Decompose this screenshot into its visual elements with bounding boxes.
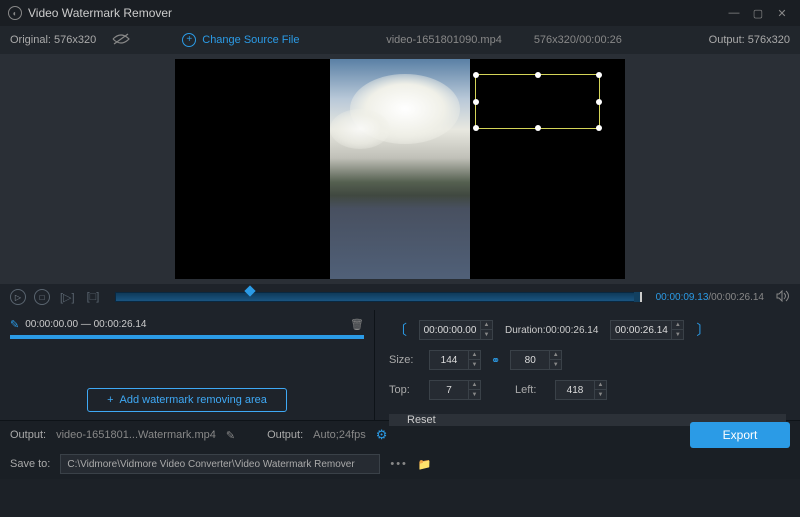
plus-icon: + (107, 394, 113, 406)
left-input[interactable] (556, 385, 594, 396)
duration-label: Duration:00:00:26.14 (501, 325, 602, 336)
edit-panels: ✎ 00:00:00.00 — 00:00:26.14 🗑 + Add wate… (0, 310, 800, 420)
width-input[interactable] (430, 355, 468, 366)
top-input[interactable] (430, 385, 468, 396)
down-arrow-icon[interactable]: ▼ (481, 330, 492, 339)
open-folder-icon[interactable]: 📁 (418, 458, 432, 471)
source-resolution-duration: 576x320/00:00:26 (534, 34, 622, 46)
down-arrow-icon[interactable]: ▼ (550, 360, 561, 369)
mark-out-button[interactable]: [□] (85, 291, 102, 303)
titlebar: ◐ Video Watermark Remover — ▢ ✕ (0, 0, 800, 26)
timeline-end-cap (634, 292, 642, 302)
minimize-button[interactable]: — (724, 3, 744, 23)
up-arrow-icon[interactable]: ▲ (469, 351, 480, 360)
left-label: Left: (515, 384, 547, 396)
browse-button[interactable]: ••• (390, 458, 408, 470)
change-source-button[interactable]: + Change Source File (182, 33, 299, 47)
properties-pane: 〔 ▲▼ Duration:00:00:26.14 ▲▼ 〕 Size: ▲▼ … (375, 310, 800, 420)
output-filename: video-1651801...Watermark.mp4 (56, 429, 216, 441)
app-title: Video Watermark Remover (28, 6, 720, 20)
time-display: 00:00:09.13/00:00:26.14 (656, 292, 764, 303)
segments-pane: ✎ 00:00:00.00 — 00:00:26.14 🗑 + Add wate… (0, 310, 375, 420)
export-button[interactable]: Export (690, 422, 790, 448)
height-input[interactable] (511, 355, 549, 366)
play-button[interactable]: ▷ (10, 289, 26, 305)
delete-segment-icon[interactable]: 🗑 (350, 318, 364, 331)
selection-box[interactable] (475, 74, 600, 129)
toolbar: Original: 576x320 + Change Source File v… (0, 26, 800, 54)
edit-filename-icon[interactable]: ✎ (226, 429, 235, 442)
footer: Output: video-1651801...Watermark.mp4 ✎ … (0, 420, 800, 479)
left-spinner[interactable]: ▲▼ (555, 380, 607, 400)
end-time-spinner[interactable]: ▲▼ (610, 320, 684, 340)
app-logo-icon: ◐ (8, 6, 22, 20)
down-arrow-icon[interactable]: ▼ (469, 360, 480, 369)
top-spinner[interactable]: ▲▼ (429, 380, 481, 400)
segment-range: 00:00:00.00 — 00:00:26.14 (25, 319, 344, 330)
up-arrow-icon[interactable]: ▲ (672, 321, 683, 330)
down-arrow-icon[interactable]: ▼ (469, 390, 480, 399)
original-size-label: Original: 576x320 (10, 34, 96, 46)
height-spinner[interactable]: ▲▼ (510, 350, 562, 370)
source-filename: video-1651801090.mp4 (386, 34, 502, 46)
save-path-input[interactable] (60, 454, 380, 474)
output-label: Output: (10, 429, 46, 441)
volume-icon[interactable] (776, 290, 790, 305)
end-time-input[interactable] (611, 325, 671, 336)
save-to-label: Save to: (10, 458, 50, 470)
close-button[interactable]: ✕ (772, 3, 792, 23)
size-row: Size: ▲▼ ⚭ ▲▼ (389, 350, 786, 370)
start-time-spinner[interactable]: ▲▼ (419, 320, 493, 340)
maximize-button[interactable]: ▢ (748, 3, 768, 23)
bracket-right-icon[interactable]: 〕 (692, 320, 714, 340)
up-arrow-icon[interactable]: ▲ (550, 351, 561, 360)
plus-circle-icon: + (182, 33, 196, 47)
position-row: Top: ▲▼ Left: ▲▼ (389, 380, 786, 400)
output-format: Auto;24fps (313, 429, 366, 441)
down-arrow-icon[interactable]: ▼ (595, 390, 606, 399)
up-arrow-icon[interactable]: ▲ (469, 381, 480, 390)
playback-controls: ▷ □ [▷] [□] 00:00:09.13/00:00:26.14 (0, 284, 800, 310)
preview-toggle-icon[interactable] (112, 33, 130, 48)
playhead-icon[interactable] (245, 285, 256, 296)
down-arrow-icon[interactable]: ▼ (672, 330, 683, 339)
pin-icon: ✎ (10, 318, 19, 331)
output-format-label: Output: (267, 429, 303, 441)
top-label: Top: (389, 384, 421, 396)
bracket-left-icon[interactable]: 〔 (389, 320, 411, 340)
time-range-row: 〔 ▲▼ Duration:00:00:26.14 ▲▼ 〕 (389, 320, 786, 340)
add-area-button[interactable]: + Add watermark removing area (87, 388, 287, 412)
video-canvas[interactable] (175, 59, 625, 279)
width-spinner[interactable]: ▲▼ (429, 350, 481, 370)
segment-bar[interactable] (10, 335, 364, 339)
output-size-label: Output: 576x320 (709, 34, 790, 46)
start-time-input[interactable] (420, 325, 480, 336)
settings-icon[interactable]: ⚙ (376, 427, 388, 443)
up-arrow-icon[interactable]: ▲ (595, 381, 606, 390)
stop-button[interactable]: □ (34, 289, 50, 305)
link-icon[interactable]: ⚭ (491, 354, 500, 367)
segment-row[interactable]: ✎ 00:00:00.00 — 00:00:26.14 🗑 (10, 318, 364, 331)
size-label: Size: (389, 354, 421, 366)
up-arrow-icon[interactable]: ▲ (481, 321, 492, 330)
video-preview (0, 54, 800, 284)
save-row: Save to: ••• 📁 (0, 449, 800, 479)
mark-in-button[interactable]: [▷] (58, 291, 77, 304)
timeline-scrubber[interactable] (115, 292, 641, 302)
